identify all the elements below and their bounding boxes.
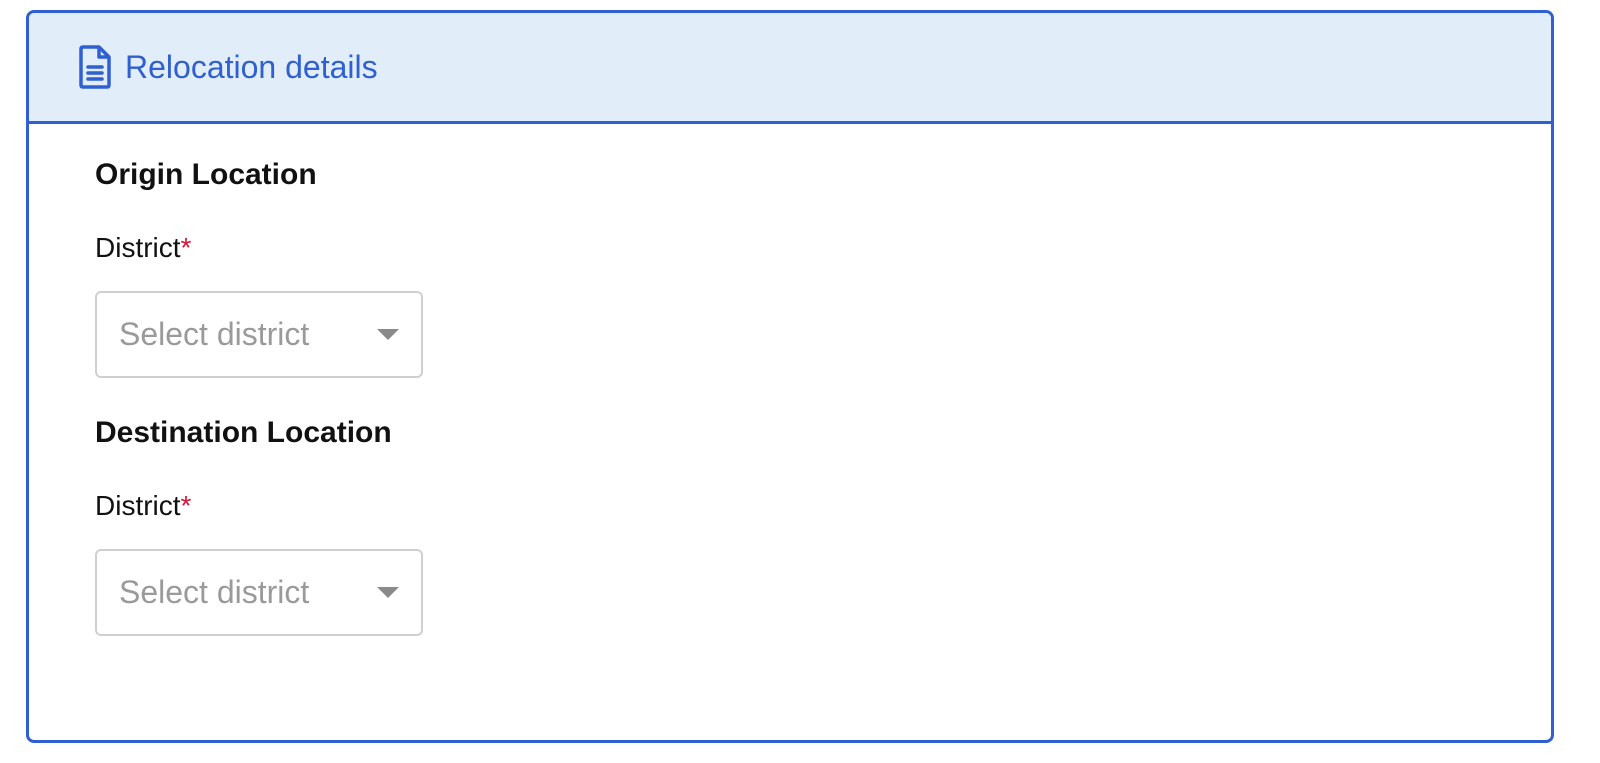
required-asterisk: *	[180, 232, 192, 263]
caret-down-icon	[377, 587, 399, 598]
destination-district-placeholder: Select district	[119, 574, 310, 610]
relocation-details-card: Relocation details Origin Location Distr…	[26, 10, 1554, 743]
card-title: Relocation details	[125, 48, 378, 85]
destination-district-label: District*	[95, 490, 191, 522]
document-icon	[77, 45, 113, 89]
card-header: Relocation details	[29, 13, 1551, 124]
destination-district-label-text: District	[95, 490, 181, 521]
origin-district-select[interactable]: Select district	[95, 291, 423, 378]
origin-district-label-text: District	[95, 232, 181, 263]
caret-down-icon	[377, 329, 399, 340]
origin-district-placeholder: Select district	[119, 316, 310, 352]
origin-location-heading: Origin Location	[95, 158, 317, 191]
destination-district-select[interactable]: Select district	[95, 549, 423, 636]
required-asterisk: *	[180, 490, 192, 521]
destination-location-heading: Destination Location	[95, 416, 392, 449]
origin-district-label: District*	[95, 232, 191, 264]
